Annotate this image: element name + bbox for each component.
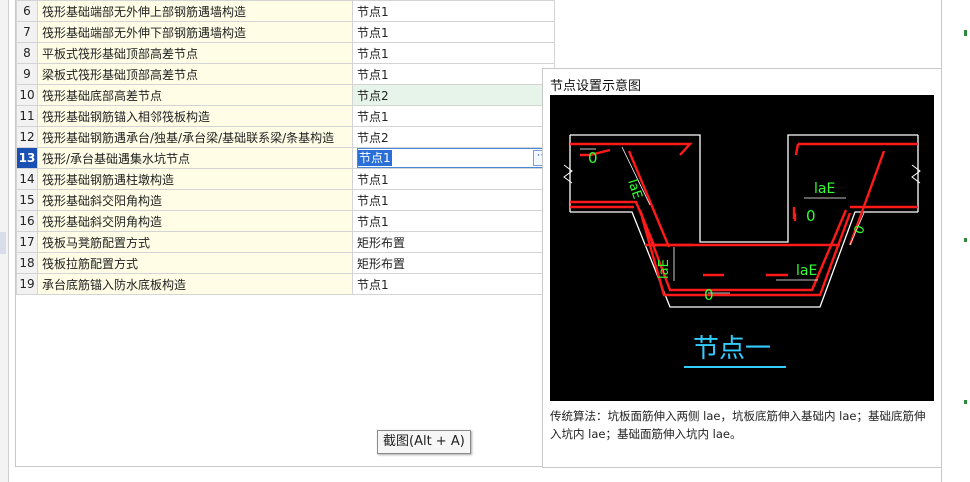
table-row[interactable]: 15 筏形基础斜交阳角构造 节点1 bbox=[16, 189, 555, 211]
row-number[interactable]: 16 bbox=[16, 210, 38, 232]
zero-label: 0 bbox=[806, 207, 816, 225]
setting-name-cell: 筏形基础钢筋遇承台/独基/承台梁/基础联系梁/条基构造 bbox=[37, 126, 353, 148]
table-row[interactable]: 18 筏板拉筋配置方式 矩形布置 bbox=[16, 252, 555, 274]
zero-label: 0 bbox=[704, 286, 714, 304]
setting-value-cell[interactable]: 节点1 bbox=[352, 210, 555, 232]
setting-name-cell: 承台底筋锚入防水底板构造 bbox=[37, 273, 353, 295]
row-number[interactable]: 18 bbox=[16, 252, 38, 274]
dimension-labels: 0 laE laE 0 laE laE 0 0 bbox=[588, 149, 869, 304]
screenshot-tooltip: 截图(Alt + A) bbox=[377, 430, 471, 454]
setting-name-cell: 筏板马凳筋配置方式 bbox=[37, 231, 353, 253]
diagram-title: 节点一 bbox=[693, 334, 771, 364]
setting-name-cell: 筏形基础钢筋锚入相邻筏板构造 bbox=[37, 105, 353, 127]
setting-value-cell[interactable]: 节点2 bbox=[352, 84, 555, 106]
table-row[interactable]: 14 筏形基础钢筋遇柱墩构造 节点1 bbox=[16, 168, 555, 190]
setting-value-cell[interactable]: 节点1 bbox=[352, 42, 555, 64]
diagram-svg: 0 laE laE 0 laE laE 0 0 节点一 bbox=[563, 134, 921, 368]
row-number[interactable]: 14 bbox=[16, 168, 38, 190]
setting-value-cell[interactable]: 节点1 bbox=[352, 273, 555, 295]
setting-value-cell[interactable]: 节点1 bbox=[352, 63, 555, 85]
row-number[interactable]: 10 bbox=[16, 84, 38, 106]
panel-splitter-handle[interactable] bbox=[0, 232, 6, 254]
setting-name-cell: 平板式筏形基础顶部高差节点 bbox=[37, 42, 353, 64]
setting-name-cell: 筏形基础底部高差节点 bbox=[37, 84, 353, 106]
setting-value-cell[interactable]: 节点1 bbox=[352, 21, 555, 43]
setting-value-cell[interactable]: 矩形布置 bbox=[352, 252, 555, 274]
right-panel-edge bbox=[941, 0, 970, 482]
lae-label: laE bbox=[796, 263, 817, 279]
table-row[interactable]: 9 梁板式筏形基础顶部高差节点 节点1 bbox=[16, 63, 555, 85]
pit-outline bbox=[569, 134, 919, 308]
row-number[interactable]: 17 bbox=[16, 231, 38, 253]
row-number[interactable]: 13 bbox=[16, 147, 38, 169]
setting-value-cell[interactable]: 节点1 bbox=[352, 168, 555, 190]
row-number[interactable]: 11 bbox=[16, 105, 38, 127]
table-row[interactable]: 6 筏形基础端部无外伸上部钢筋遇墙构造 节点1 bbox=[16, 0, 555, 22]
lae-label: laE bbox=[657, 259, 672, 279]
setting-name-cell: 筏形基础钢筋遇柱墩构造 bbox=[37, 168, 353, 190]
table-row[interactable]: 8 平板式筏形基础顶部高差节点 节点1 bbox=[16, 42, 555, 64]
setting-value-cell[interactable]: 节点1 bbox=[352, 189, 555, 211]
row-number[interactable]: 7 bbox=[16, 21, 38, 43]
table-row[interactable]: 7 筏形基础端部无外伸下部钢筋遇墙构造 节点1 bbox=[16, 21, 555, 43]
table-row[interactable]: 11 筏形基础钢筋锚入相邻筏板构造 节点1 bbox=[16, 105, 555, 127]
setting-value-cell[interactable]: 节点1 bbox=[352, 105, 555, 127]
row-number[interactable]: 19 bbox=[16, 273, 38, 295]
setting-name-cell: 梁板式筏形基础顶部高差节点 bbox=[37, 63, 353, 85]
setting-name-cell: 筏形基础斜交阴角构造 bbox=[37, 210, 353, 232]
setting-value-cell[interactable]: 节点1 bbox=[352, 0, 555, 22]
setting-value-cell[interactable]: 矩形布置 bbox=[352, 231, 555, 253]
left-panel-edge bbox=[0, 0, 9, 482]
table-row[interactable]: 17 筏板马凳筋配置方式 矩形布置 bbox=[16, 231, 555, 253]
lae-label: laE bbox=[814, 181, 835, 197]
setting-value-editor[interactable]: 节点1⋯ bbox=[352, 147, 555, 169]
table-row[interactable]: 10 筏形基础底部高差节点 节点2 bbox=[16, 84, 555, 106]
node-preview-panel: 节点设置示意图 0 laE laE 0 laE laE 0 0 节点一 传统算法… bbox=[542, 68, 943, 468]
setting-name-cell: 筏形基础端部无外伸上部钢筋遇墙构造 bbox=[37, 0, 353, 22]
row-number[interactable]: 8 bbox=[16, 42, 38, 64]
row-number[interactable]: 12 bbox=[16, 126, 38, 148]
setting-value-cell[interactable]: 节点2 bbox=[352, 126, 555, 148]
setting-name-cell: 筏形基础斜交阳角构造 bbox=[37, 189, 353, 211]
table-row[interactable]: 13筏形/承台基础遇集水坑节点节点1⋯ bbox=[16, 147, 555, 169]
rebar-lines bbox=[570, 142, 918, 297]
algorithm-description: 传统算法：坑板面筋伸入两侧 lae，坑板底筋伸入基础内 lae；基础底筋伸入坑内… bbox=[550, 409, 926, 441]
setting-name-cell: 筏板拉筋配置方式 bbox=[37, 252, 353, 274]
value-edit-box[interactable]: 节点1⋯ bbox=[357, 148, 553, 168]
row-number[interactable]: 6 bbox=[16, 0, 38, 22]
table-row[interactable]: 16 筏形基础斜交阴角构造 节点1 bbox=[16, 210, 555, 232]
node-settings-grid: 6 筏形基础端部无外伸上部钢筋遇墙构造 节点1 7 筏形基础端部无外伸下部钢筋遇墙构造节… bbox=[15, 0, 555, 467]
row-number[interactable]: 15 bbox=[16, 189, 38, 211]
break-marks bbox=[563, 164, 921, 184]
settings-table: 6 筏形基础端部无外伸上部钢筋遇墙构造 节点1 7 筏形基础端部无外伸下部钢筋遇墙构造节… bbox=[16, 0, 555, 295]
dimension-lines bbox=[580, 146, 865, 294]
table-row[interactable]: 12 筏形基础钢筋遇承台/独基/承台梁/基础联系梁/条基构造 节点2 bbox=[16, 126, 555, 148]
setting-name-cell: 筏形/承台基础遇集水坑节点 bbox=[37, 147, 353, 169]
table-row[interactable]: 19 承台底筋锚入防水底板构造 节点1 bbox=[16, 273, 555, 295]
preview-title: 节点设置示意图 bbox=[550, 79, 642, 94]
zero-label: 0 bbox=[588, 149, 598, 167]
node-diagram: 0 laE laE 0 laE laE 0 0 节点一 bbox=[550, 95, 934, 401]
row-number[interactable]: 9 bbox=[16, 63, 38, 85]
setting-name-cell: 筏形基础端部无外伸下部钢筋遇墙构造 bbox=[37, 21, 353, 43]
selected-value-text[interactable]: 节点1 bbox=[358, 150, 392, 166]
